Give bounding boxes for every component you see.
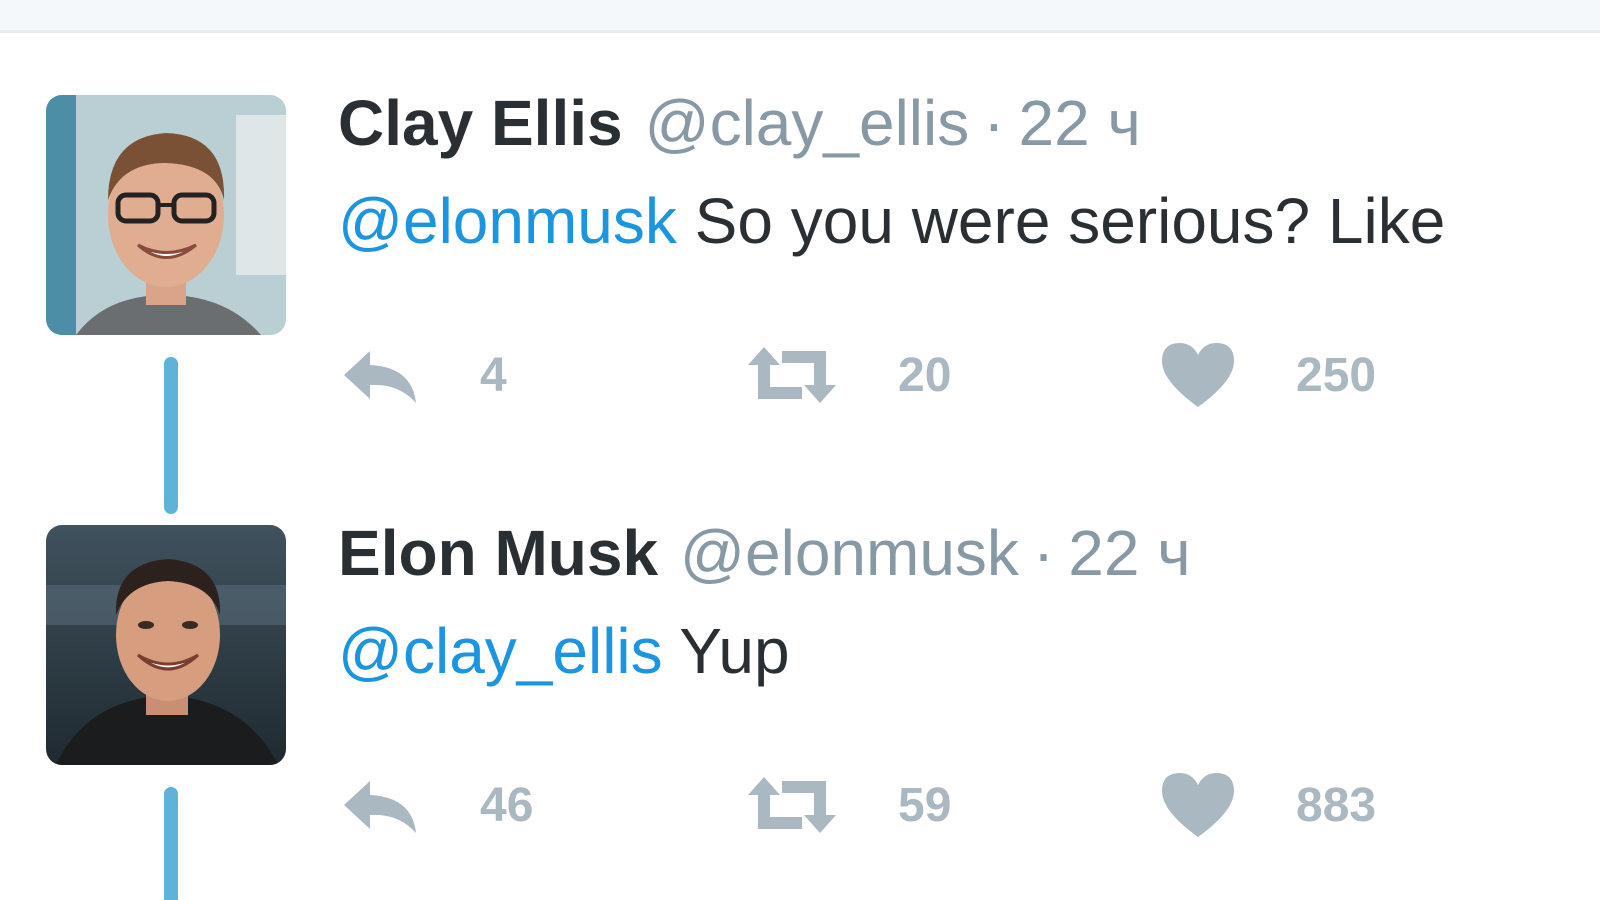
separator-dot: · xyxy=(983,87,1005,159)
author-name[interactable]: Elon Musk xyxy=(338,517,658,589)
thread-connector xyxy=(164,357,178,514)
tweet-header: Clay Ellis @clay_ellis · 22 ч xyxy=(338,83,1141,163)
mention-link[interactable]: @elonmusk xyxy=(338,185,677,257)
avatar-image xyxy=(46,525,286,765)
avatar[interactable] xyxy=(46,95,286,335)
avatar[interactable] xyxy=(46,525,286,765)
author-name[interactable]: Clay Ellis xyxy=(338,87,623,159)
tweet-text: @clay_ellis Yup xyxy=(338,611,790,691)
tweet-body: Yup xyxy=(662,615,790,687)
timestamp[interactable]: 22 ч xyxy=(1019,87,1141,159)
author-handle[interactable]: @elonmusk xyxy=(680,517,1019,589)
like-button[interactable]: 250 xyxy=(1160,335,1376,415)
reply-icon xyxy=(344,351,416,403)
tweet-actions: 4 20 250 xyxy=(340,335,1540,415)
tweet-header: Elon Musk @elonmusk · 22 ч xyxy=(338,513,1191,593)
reply-count: 46 xyxy=(480,778,534,832)
reply-icon xyxy=(344,781,416,833)
retweet-button[interactable]: 59 xyxy=(746,765,951,845)
tweet-actions: 46 59 883 xyxy=(340,765,1540,845)
mention-link[interactable]: @clay_ellis xyxy=(338,615,663,687)
like-count: 883 xyxy=(1296,778,1377,832)
timestamp[interactable]: 22 ч xyxy=(1068,517,1190,589)
separator-dot: · xyxy=(1032,517,1055,589)
like-button[interactable]: 883 xyxy=(1160,765,1376,845)
reply-button[interactable]: 46 xyxy=(340,765,533,845)
heart-icon xyxy=(1162,773,1234,837)
reply-button[interactable]: 4 xyxy=(340,335,507,415)
retweet-icon xyxy=(748,777,836,833)
top-bar xyxy=(0,0,1600,33)
tweet-text: @elonmusk So you were serious? Like xyxy=(338,181,1445,261)
tweet-body: So you were serious? Like xyxy=(676,185,1446,257)
author-handle[interactable]: @clay_ellis xyxy=(645,87,970,159)
thread-connector xyxy=(164,787,178,900)
reply-count: 4 xyxy=(480,348,507,402)
avatar-image xyxy=(46,95,286,335)
retweet-icon xyxy=(748,347,836,403)
retweet-count: 20 xyxy=(898,348,952,402)
retweet-button[interactable]: 20 xyxy=(746,335,951,415)
retweet-count: 59 xyxy=(898,778,952,832)
heart-icon xyxy=(1162,343,1234,407)
like-count: 250 xyxy=(1296,348,1377,402)
